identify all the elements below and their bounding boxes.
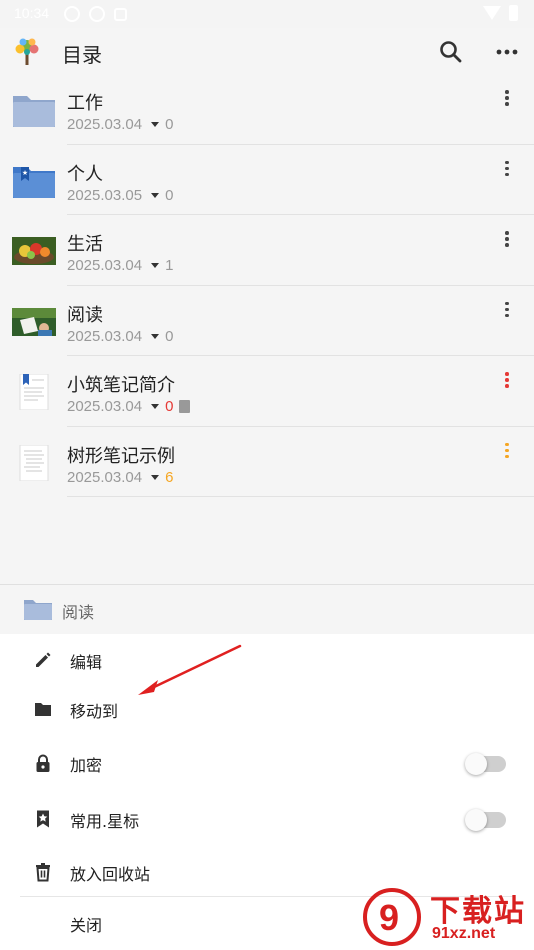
status-time: 10:34: [14, 5, 50, 21]
note-icon: [19, 444, 49, 481]
menu-item-label: 常用.星标: [70, 812, 140, 831]
watermark-logo-icon: 9: [363, 888, 421, 946]
item-name: 树形笔记示例: [67, 445, 175, 467]
list-item[interactable]: ★ 个人 2025.03.05 0: [0, 145, 534, 215]
item-name: 生活: [67, 234, 103, 255]
menu-item-encrypt[interactable]: 加密: [0, 738, 534, 788]
item-name: 个人: [67, 163, 103, 185]
list-item[interactable]: 小筑笔记简介 2025.03.04 0: [0, 356, 534, 427]
item-date: 2025.03.04: [67, 327, 143, 345]
wifi-icon: [483, 6, 501, 20]
notification-icons: [64, 6, 127, 22]
folder-icon: [24, 600, 52, 620]
more-vertical-icon[interactable]: [500, 301, 514, 322]
item-name: 阅读: [67, 304, 103, 326]
menu-item-label: 关闭: [70, 916, 103, 935]
list-item[interactable]: 树形笔记示例 2025.03.04 6: [0, 427, 534, 497]
item-count: 0: [165, 327, 174, 345]
item-count: 6: [165, 468, 174, 486]
menu-item-label: 编辑: [70, 653, 103, 672]
app-bar: 目录: [0, 28, 534, 74]
caret-down-icon: [151, 474, 160, 480]
menu-item-move-to[interactable]: 移动到: [0, 684, 534, 734]
list-item[interactable]: 工作 2025.03.04 0: [0, 74, 534, 145]
item-name: 小筑笔记简介: [67, 375, 175, 396]
page-title: 目录: [62, 43, 102, 67]
item-count: 0: [165, 186, 174, 204]
item-count: 1: [165, 257, 174, 274]
menu-item-label: 加密: [70, 756, 103, 775]
watermark-badge-text: 9: [379, 897, 399, 938]
fruit-photo: [12, 237, 56, 265]
caret-down-icon: [151, 333, 160, 339]
item-date: 2025.03.04: [67, 468, 143, 486]
toggle-knob: [465, 753, 487, 775]
watermark: 9 下载站 91xz.net: [360, 884, 534, 950]
caret-down-icon: [151, 263, 160, 268]
status-bar: 10:34: [0, 0, 534, 28]
bookmark-star-icon: [37, 810, 49, 828]
more-vertical-icon[interactable]: [500, 90, 514, 110]
caret-down-icon: [151, 192, 160, 198]
more-vertical-icon[interactable]: [500, 231, 514, 251]
document-icon: [179, 400, 191, 413]
lock-icon: [36, 754, 50, 772]
bookmarked-note-icon: [19, 374, 49, 410]
more-horizontal-icon[interactable]: [494, 39, 520, 65]
item-meta: 2025.03.04 1: [67, 257, 173, 274]
directory-list: 工作 2025.03.04 0 ★ 个人 2025.03.05 0 生活 202…: [0, 74, 534, 497]
item-date: 2025.03.04: [67, 116, 143, 133]
caret-down-icon: [151, 404, 160, 409]
folder-icon: [13, 96, 55, 127]
more-vertical-icon[interactable]: [500, 160, 514, 181]
selected-folder-bar: 阅读: [0, 584, 534, 634]
battery-icon: [509, 5, 518, 21]
divider: [67, 496, 534, 497]
watermark-title: 下载站: [430, 894, 526, 929]
menu-item-favorite[interactable]: 常用.星标: [0, 794, 534, 844]
system-icons: [483, 5, 518, 21]
app-notification-icon: [114, 8, 127, 21]
pencil-icon: [36, 652, 51, 667]
item-meta: 2025.03.04 0: [67, 116, 173, 133]
svg-text:★: ★: [22, 169, 28, 177]
item-count: 0: [165, 116, 174, 133]
item-date: 2025.03.04: [67, 257, 143, 274]
item-date: 2025.03.04: [67, 398, 143, 415]
tree-logo-icon[interactable]: [14, 38, 40, 66]
item-count: 0: [165, 398, 174, 415]
list-item[interactable]: 生活 2025.03.04 1: [0, 215, 534, 286]
search-icon[interactable]: [438, 39, 464, 65]
folder-icon: [35, 703, 51, 716]
list-item[interactable]: 阅读 2025.03.04 0: [0, 286, 534, 356]
item-meta: 2025.03.04 0: [67, 398, 191, 415]
sync-icon: [89, 6, 105, 22]
item-meta: 2025.03.04 0: [67, 328, 173, 345]
reading-photo: [12, 307, 56, 336]
menu-item-label: 放入回收站: [70, 865, 151, 884]
watermark-url: 91xz.net: [432, 925, 496, 942]
item-meta: 2025.03.05 0: [67, 187, 173, 204]
caret-down-icon: [151, 122, 160, 127]
sync-icon: [64, 6, 80, 22]
trash-icon: [36, 863, 50, 882]
favorite-toggle[interactable]: [465, 809, 506, 831]
more-vertical-icon[interactable]: [500, 372, 514, 392]
selected-folder-label: 阅读: [62, 603, 95, 622]
menu-item-edit[interactable]: 编辑: [0, 635, 534, 685]
item-date: 2025.03.05: [67, 186, 143, 204]
item-name: 工作: [67, 93, 103, 114]
bookmark-folder-icon: ★: [13, 166, 55, 198]
item-meta: 2025.03.04 6: [67, 469, 173, 486]
encrypt-toggle[interactable]: [465, 753, 506, 775]
menu-item-label: 移动到: [70, 702, 119, 721]
more-vertical-icon[interactable]: [500, 442, 514, 463]
toggle-knob: [465, 809, 487, 831]
